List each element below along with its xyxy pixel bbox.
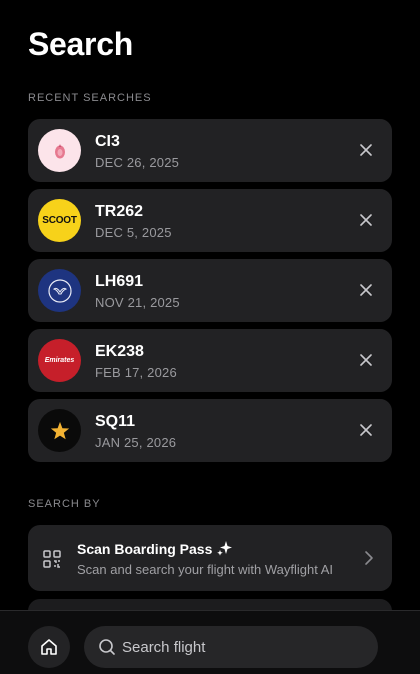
recent-searches-label: RECENT SEARCHES [28, 92, 152, 104]
page-title: Search [28, 26, 133, 62]
home-button[interactable] [28, 626, 70, 668]
flight-number: CI3 [95, 133, 120, 150]
emirates-logo-icon: Emirates [38, 339, 81, 382]
search-bar[interactable] [84, 626, 378, 668]
flight-number: LH691 [95, 273, 144, 290]
close-icon[interactable] [356, 210, 376, 230]
close-icon[interactable] [356, 280, 376, 300]
bottom-bar [0, 610, 420, 674]
close-icon[interactable] [356, 140, 376, 160]
scan-subtitle: Scan and search your flight with Wayflig… [77, 562, 334, 577]
close-icon[interactable] [356, 420, 376, 440]
scoot-logo-icon: SCOOT [38, 199, 81, 242]
recent-search-item[interactable]: SCOOT TR262 DEC 5, 2025 [28, 189, 392, 252]
flight-number: EK238 [95, 343, 144, 360]
lufthansa-logo-icon [38, 269, 81, 312]
chevron-right-icon [362, 550, 376, 566]
recent-search-item[interactable]: SQ11 JAN 25, 2026 [28, 399, 392, 462]
home-icon [41, 639, 57, 655]
sparkle-icon [216, 539, 234, 557]
singapore-airlines-logo-icon [38, 409, 81, 452]
search-icon [98, 638, 116, 656]
flight-date: FEB 17, 2026 [95, 365, 177, 380]
flight-date: NOV 21, 2025 [95, 295, 180, 310]
search-by-label: SEARCH BY [28, 498, 101, 510]
recent-search-item[interactable]: CI3 DEC 26, 2025 [28, 119, 392, 182]
recent-search-item[interactable]: Emirates EK238 FEB 17, 2026 [28, 329, 392, 392]
flight-date: DEC 26, 2025 [95, 155, 180, 170]
scan-title: Scan Boarding Pass [77, 541, 213, 557]
scan-boarding-pass-button[interactable]: Scan Boarding Pass Scan and search your … [28, 525, 392, 591]
qr-code-icon [42, 549, 62, 569]
close-icon[interactable] [356, 350, 376, 370]
search-input[interactable] [122, 626, 362, 668]
flight-number: TR262 [95, 203, 144, 220]
china-airlines-logo-icon [38, 129, 81, 172]
flight-number: SQ11 [95, 413, 136, 430]
flight-date: DEC 5, 2025 [95, 225, 172, 240]
recent-search-item[interactable]: LH691 NOV 21, 2025 [28, 259, 392, 322]
flight-date: JAN 25, 2026 [95, 435, 177, 450]
